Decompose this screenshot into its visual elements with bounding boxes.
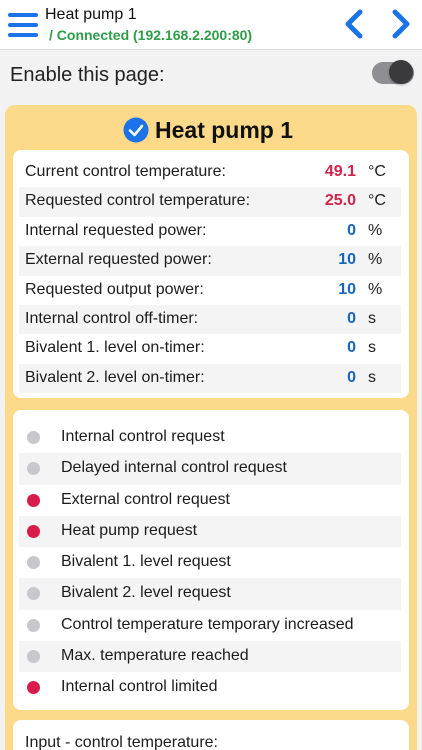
value-row: Internal control off-timer: 0 s [19,304,401,335]
indicator-row: External control request [19,485,401,516]
value-unit: °C [368,192,386,210]
value-number: 25.0 [324,192,356,210]
indicator-label: Bivalent 2. level request [61,584,231,602]
panel-header: Heat pump 1 [5,115,417,145]
value-label: Current control temperature: [25,163,226,180]
page-title: Heat pump 1 [45,6,137,23]
value-label: Internal requested power: [25,221,207,239]
status-dot-icon [27,524,40,538]
value-label: Internal control off-timer: [25,309,199,327]
input-section-card: Input - control temperature: [13,720,409,750]
status-dot-icon [27,431,40,444]
indicator-row: Heat pump request [19,515,401,548]
value-row: Bivalent 1. level on-timer: 0 s [19,334,401,363]
value-number: 10 [338,280,356,298]
indicator-label: Control temperature temporary increased [61,615,354,633]
value-label: Bivalent 1. level on-timer: [25,339,205,357]
connection-status: / Connected (192.168.2.200:80) [49,27,253,43]
value-unit: °C [368,163,386,180]
chevron-right-icon[interactable] [385,7,415,41]
value-number: 0 [347,309,356,327]
status-dot-icon [27,556,40,570]
indicator-row: Internal control request [19,422,401,453]
value-row: Current control temperature: 49.1 °C [19,158,401,187]
status-dot-icon [27,587,40,601]
value-number: 0 [347,221,356,239]
enable-page-toggle[interactable] [372,60,414,84]
value-row: External requested power: 10% [19,246,401,276]
indicator-label: Bivalent 1. level request [61,553,231,571]
value-row: Requested control temperature: 25.0 °C [19,187,401,217]
indicator-row: Control temperature temporary increased [19,610,401,641]
value-label: Requested control temperature: [25,192,251,210]
value-unit: % [368,221,383,239]
value-number: 10 [338,251,356,269]
value-number: 0 [347,368,356,386]
indicator-row: Internal control limited [19,672,401,703]
status-dot-icon [27,650,40,664]
value-unit: % [368,251,383,269]
status-dot-icon [27,618,40,632]
indicator-row: Bivalent 1. level request [19,547,401,578]
menu-icon[interactable] [6,8,40,42]
status-dot-icon [27,681,40,695]
value-label: External requested power: [25,251,212,269]
indicator-label: Internal control limited [61,678,218,696]
indicator-row: Max. temperature reached [19,641,401,673]
heat-pump-panel: Heat pump 1 Current control temperature:… [5,105,417,750]
indicator-label: Delayed internal control request [61,459,287,477]
checkmark-circle-icon [123,117,149,143]
indicators-list: Internal control request Delayed internal… [19,422,401,704]
values-card: Current control temperature: 49.1 °C Reques… [13,150,409,398]
enable-page-label: Enable this page: [10,64,165,86]
values-list: Current control temperature: 49.1 °C Reques… [19,158,401,394]
value-row: Requested output power: 10% [19,276,401,305]
indicator-label: Internal control request [61,428,225,445]
indicators-card: Internal control request Delayed internal… [13,410,409,710]
status-dot-icon [27,462,40,476]
chevron-left-icon[interactable] [340,7,370,41]
value-number: 0 [347,339,356,357]
toggle-knob [389,60,413,84]
indicator-label: Max. temperature reached [61,647,249,665]
value-label: Bivalent 2. level on-timer: [25,368,205,386]
indicator-row: Delayed internal control request [19,453,401,485]
indicator-row: Bivalent 2. level request [19,578,401,610]
top-bar: Heat pump 1 / Connected (192.168.2.200:8… [0,0,422,50]
value-unit: % [368,280,383,298]
enable-page-row: Enable this page: [0,50,422,100]
value-unit: s [368,368,376,386]
indicator-label: Heat pump request [61,521,198,539]
value-label: Requested output power: [25,280,204,298]
indicator-label: External control request [61,490,230,508]
value-unit: s [368,339,376,357]
panel-title: Heat pump 1 [155,117,294,143]
value-number: 49.1 [324,163,356,180]
input-section-label: Input - control temperature: [25,734,218,750]
value-row: Bivalent 2. level on-timer: 0 s [19,363,401,394]
status-dot-icon [27,493,40,507]
value-row: Internal requested power: 0% [19,217,401,246]
value-unit: s [368,309,376,327]
